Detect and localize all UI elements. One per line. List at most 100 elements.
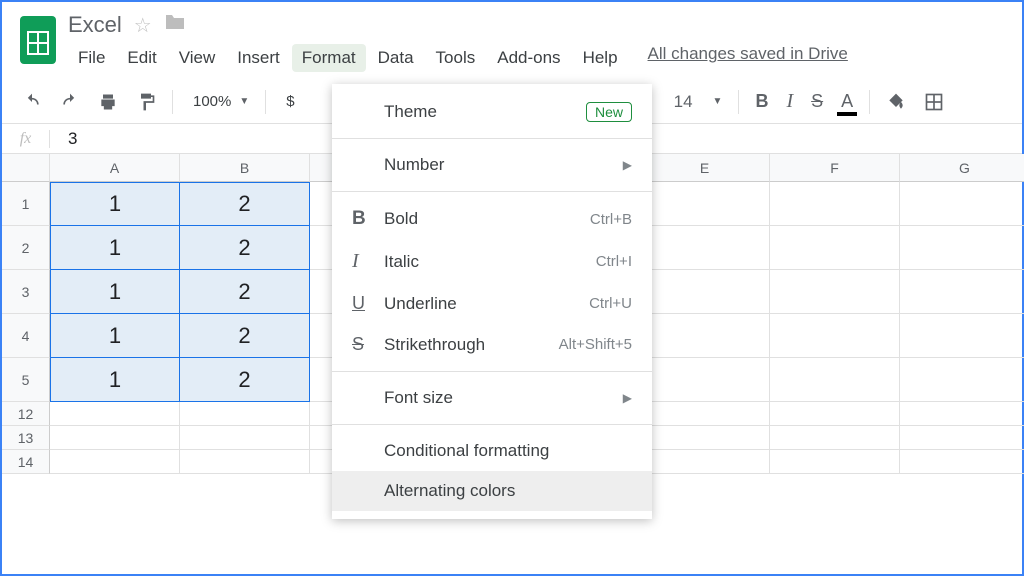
undo-button[interactable] [16,88,48,116]
row-header[interactable]: 5 [2,358,50,402]
document-title[interactable]: Excel [68,12,122,38]
cell[interactable] [640,226,770,270]
cell[interactable]: 1 [50,226,180,270]
cell[interactable] [770,402,900,426]
cell[interactable] [640,450,770,474]
row-header[interactable]: 12 [2,402,50,426]
menu-bold[interactable]: BBoldCtrl+B [332,198,652,240]
cell[interactable] [50,402,180,426]
col-header[interactable]: E [640,154,770,182]
cell[interactable] [640,314,770,358]
menu-view[interactable]: View [169,44,226,72]
fill-color-button[interactable] [880,88,912,116]
menu-underline[interactable]: UUnderlineCtrl+U [332,283,652,324]
menu-data[interactable]: Data [368,44,424,72]
menu-conditional-formatting[interactable]: Conditional formatting [332,431,652,471]
menu-addons[interactable]: Add-ons [487,44,570,72]
cell[interactable] [900,450,1024,474]
menu-theme[interactable]: ThemeNew [332,92,652,132]
save-status[interactable]: All changes saved in Drive [648,44,848,72]
menu-file[interactable]: File [68,44,115,72]
cell[interactable]: 2 [180,314,310,358]
sheets-logo-icon [18,14,58,66]
col-header[interactable]: G [900,154,1024,182]
cell[interactable] [900,270,1024,314]
row-header[interactable]: 4 [2,314,50,358]
bold-button[interactable]: B [749,87,774,116]
cell[interactable] [900,426,1024,450]
cell[interactable] [770,182,900,226]
print-button[interactable] [92,88,124,116]
cell[interactable]: 2 [180,226,310,270]
cell[interactable]: 1 [50,358,180,402]
zoom-select[interactable]: 100%▼ [183,89,255,114]
menu-help[interactable]: Help [573,44,628,72]
cell[interactable]: 2 [180,270,310,314]
cell[interactable] [640,270,770,314]
italic-icon: I [352,250,384,273]
cell[interactable] [900,182,1024,226]
underline-icon: U [352,293,384,314]
menu-font-size[interactable]: Font size▶ [332,378,652,418]
row-header[interactable]: 13 [2,426,50,450]
row-header[interactable]: 2 [2,226,50,270]
menu-number[interactable]: Number▶ [332,145,652,185]
borders-button[interactable] [918,88,950,116]
menu-edit[interactable]: Edit [117,44,166,72]
menu-insert[interactable]: Insert [227,44,290,72]
cell[interactable] [640,182,770,226]
cell[interactable] [180,450,310,474]
cell[interactable]: 1 [50,314,180,358]
cell[interactable] [640,402,770,426]
menu-format[interactable]: Format [292,44,366,72]
cell[interactable] [900,402,1024,426]
menu-strikethrough[interactable]: SStrikethroughAlt+Shift+5 [332,324,652,365]
submenu-arrow-icon: ▶ [623,391,632,405]
menu-italic[interactable]: IItalicCtrl+I [332,240,652,283]
text-color-button[interactable]: A [835,87,859,116]
cell[interactable] [180,426,310,450]
formula-input[interactable]: 3 [50,129,95,149]
cell[interactable] [770,450,900,474]
col-header[interactable]: F [770,154,900,182]
row-header[interactable]: 3 [2,270,50,314]
col-header[interactable]: B [180,154,310,182]
cell[interactable] [770,314,900,358]
row-header[interactable]: 14 [2,450,50,474]
cell[interactable] [770,270,900,314]
fx-label: fx [2,130,50,148]
col-header[interactable]: A [50,154,180,182]
cell[interactable] [900,358,1024,402]
font-size-select[interactable]: 14▼ [652,88,729,116]
italic-button[interactable]: I [780,86,799,117]
currency-button[interactable]: $ [276,89,304,114]
strikethrough-icon: S [352,334,384,355]
cell[interactable] [50,426,180,450]
menu-tools[interactable]: Tools [426,44,486,72]
menu-alternating-colors[interactable]: Alternating colors [332,471,652,511]
folder-icon[interactable] [164,13,186,37]
strikethrough-button[interactable]: S [805,87,829,116]
cell[interactable] [180,402,310,426]
star-icon[interactable]: ☆ [134,13,152,38]
submenu-arrow-icon: ▶ [623,158,632,172]
new-badge: New [586,102,632,122]
cell[interactable] [770,226,900,270]
cell[interactable]: 2 [180,182,310,226]
redo-button[interactable] [54,88,86,116]
cell[interactable]: 2 [180,358,310,402]
cell[interactable] [770,358,900,402]
paint-format-button[interactable] [130,88,162,116]
cell[interactable]: 1 [50,182,180,226]
cell[interactable]: 1 [50,270,180,314]
bold-icon: B [352,208,384,230]
cell[interactable] [50,450,180,474]
select-all-corner[interactable] [2,154,50,182]
cell[interactable] [770,426,900,450]
row-header[interactable]: 1 [2,182,50,226]
cell[interactable] [640,426,770,450]
cell[interactable] [640,358,770,402]
menu-bar: File Edit View Insert Format Data Tools … [68,42,1014,80]
cell[interactable] [900,226,1024,270]
cell[interactable] [900,314,1024,358]
